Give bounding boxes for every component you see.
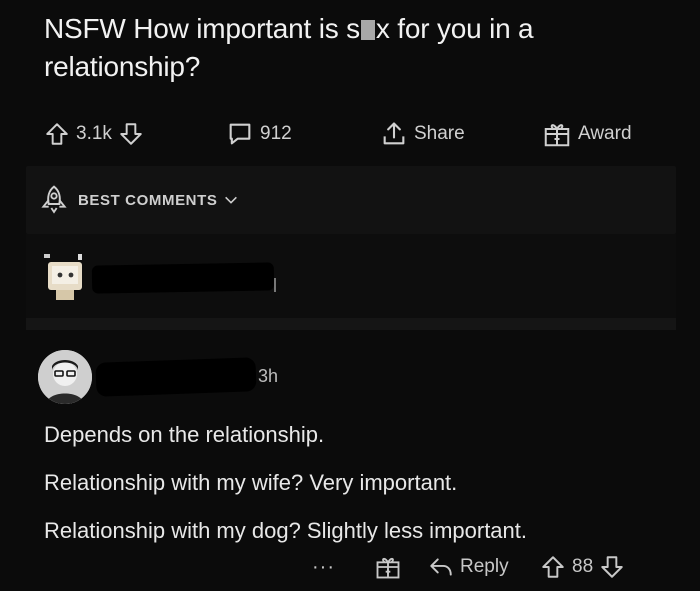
comment-more-button[interactable]: ···	[312, 550, 335, 584]
award-button[interactable]: Award	[542, 112, 638, 156]
comments-button[interactable]: 912	[226, 112, 298, 156]
vote-group: 3.1k	[44, 112, 144, 156]
reply-label: Reply	[460, 556, 509, 577]
redacted-username	[95, 357, 257, 397]
comment: 3h Depends on the relationship. Relation…	[0, 330, 700, 591]
comment-count: 912	[260, 123, 292, 144]
more-dots-icon: ···	[312, 555, 335, 578]
arrow-down-icon[interactable]	[118, 121, 144, 147]
divider	[26, 318, 676, 330]
arrow-up-icon[interactable]	[540, 554, 566, 580]
redacted-username	[91, 262, 275, 294]
chevron-down-icon	[225, 196, 238, 204]
upvote-count: 3.1k	[76, 123, 112, 144]
award-label: Award	[578, 123, 632, 144]
censor-block	[360, 20, 375, 40]
arrow-down-icon[interactable]	[599, 554, 625, 580]
speech-bubble-icon	[229, 123, 251, 145]
comment-text-line: Depends on the relationship.	[44, 422, 325, 447]
gift-icon	[376, 557, 400, 579]
comment-score: 88	[572, 556, 594, 577]
share-button[interactable]: Share	[380, 112, 471, 156]
sort-label: BEST COMMENTS	[78, 191, 218, 209]
share-icon	[383, 122, 405, 145]
redaction-edge	[274, 278, 276, 292]
comment-text-line: Relationship with my wife? Very importan…	[44, 470, 458, 495]
arrow-up-icon[interactable]	[44, 121, 70, 147]
collapsed-comment[interactable]	[26, 234, 676, 318]
share-label: Share	[414, 123, 465, 144]
comment-text-line: Relationship with my dog? Slightly less …	[44, 518, 528, 543]
post-title: NSFW How important is sx for you in a re…	[44, 10, 684, 86]
reply-arrow-icon	[430, 558, 452, 576]
avatar	[38, 350, 92, 404]
comment-award-button[interactable]	[374, 550, 402, 584]
post-action-bar: 3.1k 912 Share Award	[0, 112, 700, 156]
comment-timestamp: 3h	[258, 366, 279, 386]
sort-bar[interactable]: BEST COMMENTS	[26, 166, 676, 234]
post-title-part1: NSFW How important is s	[44, 13, 360, 44]
rocket-icon	[41, 185, 67, 214]
avatar	[44, 254, 82, 300]
gift-icon	[544, 124, 570, 147]
reply-button[interactable]: Reply	[428, 550, 515, 584]
comment-vote-group: 88	[540, 550, 625, 584]
